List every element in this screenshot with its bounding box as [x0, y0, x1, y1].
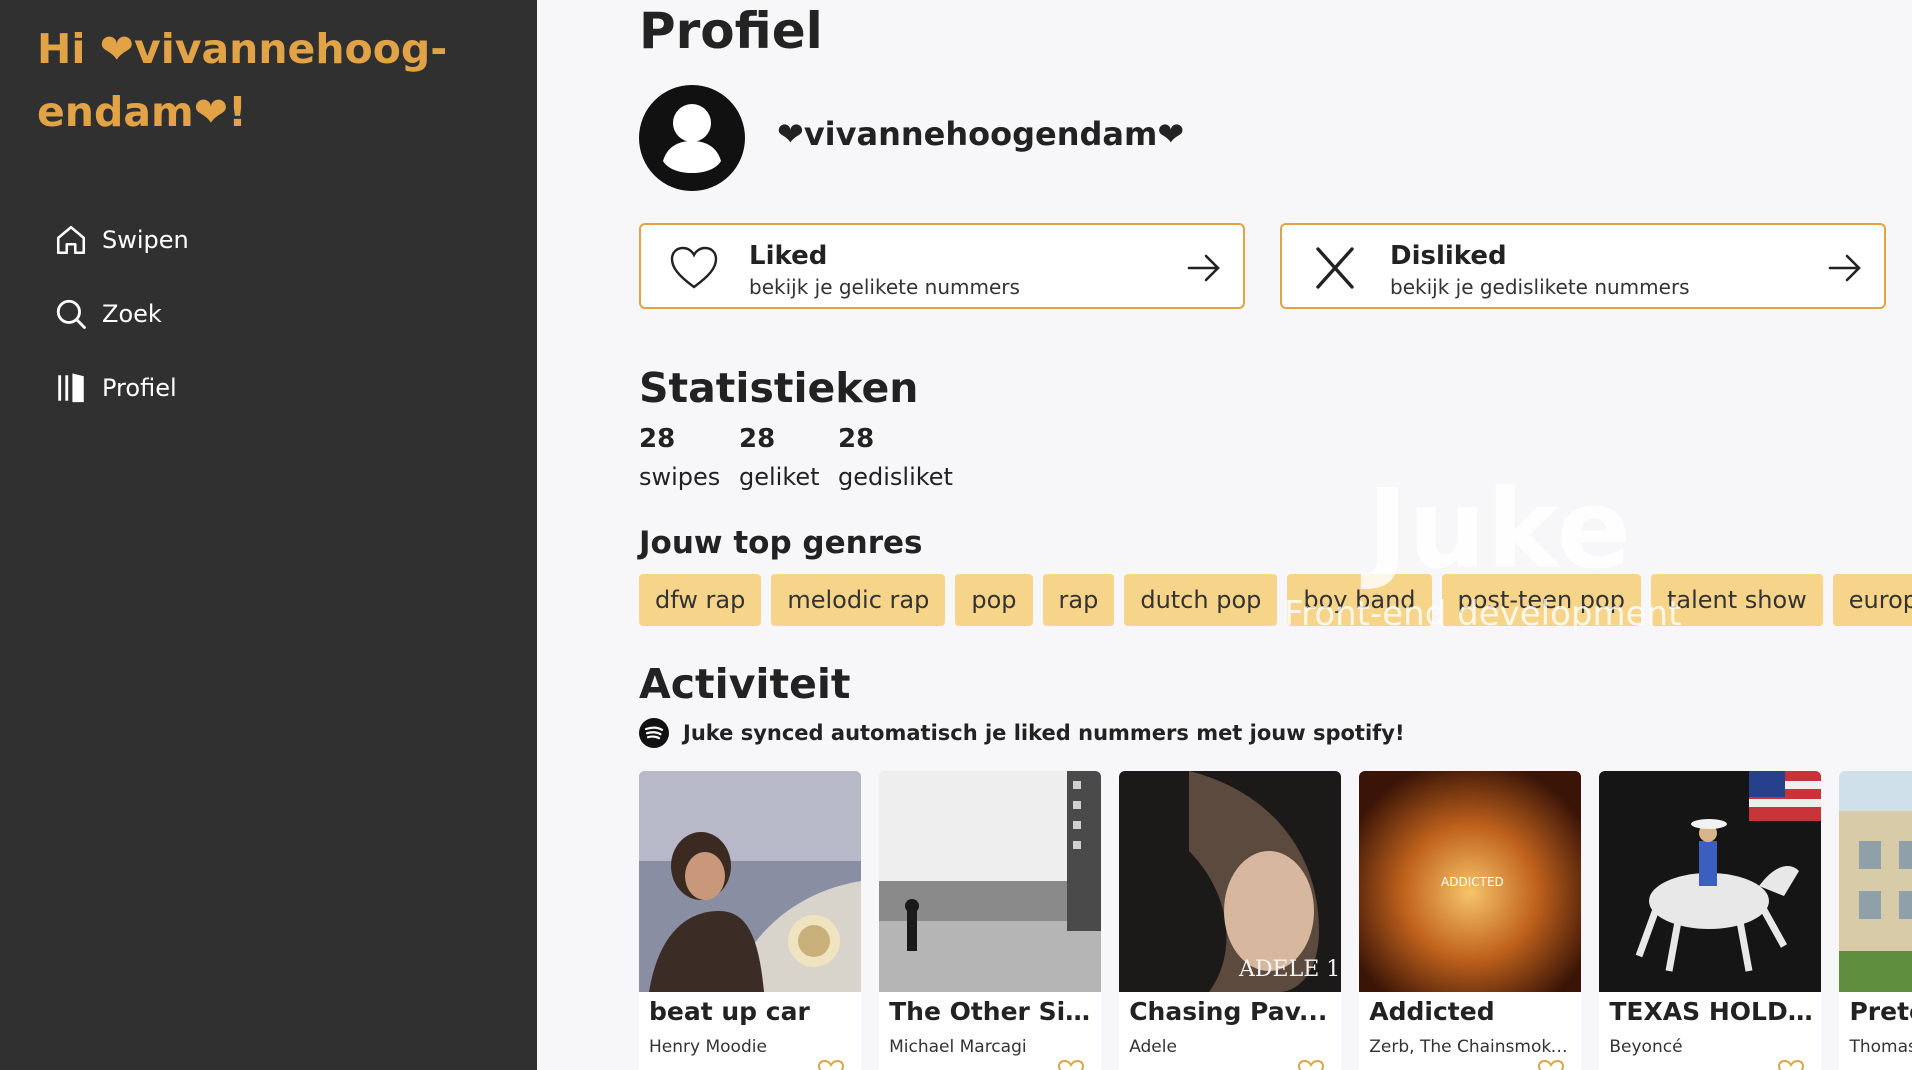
stat-disliked-value: 28	[838, 424, 875, 454]
song-title: beat up car	[649, 997, 810, 1026]
genre-tag[interactable]: dutch pop	[1124, 574, 1278, 626]
sidebar-item-label: Zoek	[102, 300, 162, 328]
song-list: beat up car Henry Moodie The Other Side …	[639, 771, 1912, 1070]
spotify-note: Juke synced automatisch je liked nummers…	[639, 718, 1405, 748]
song-card[interactable]: The Other Side Michael Marcagi	[879, 771, 1102, 1070]
album-art	[1839, 771, 1912, 992]
greeting: Hi ❤vivannehoog-endam❤!	[37, 25, 448, 136]
genre-tag[interactable]: talent show	[1650, 574, 1823, 626]
stat-swipes-label: swipes	[639, 463, 721, 491]
heart-icon[interactable]	[1777, 1059, 1805, 1070]
stats-title: Statistieken	[639, 364, 919, 412]
arrow-right-icon	[1187, 254, 1220, 282]
activity-title: Activiteit	[639, 660, 851, 708]
song-card[interactable]: Pretend Thomas Day	[1839, 771, 1912, 1070]
stat-disliked-label: gedisliket	[838, 463, 953, 491]
heart-icon[interactable]	[1537, 1059, 1565, 1070]
page-title: Profiel	[639, 2, 823, 60]
heart-icon[interactable]	[817, 1059, 845, 1070]
disliked-title: Disliked	[1390, 241, 1507, 271]
genre-tags: dfw rap melodic rap pop rap dutch pop boy ban…	[639, 574, 1912, 628]
sidebar-item-swipen[interactable]: Swipen	[54, 218, 189, 262]
main-content: Profiel ❤vivannehoogendam❤ Liked bekijk …	[537, 0, 1912, 1070]
home-icon	[56, 225, 86, 255]
song-artist: Thomas Day	[1849, 1037, 1912, 1057]
disliked-subtitle: bekijk je gedislikete nummers	[1390, 275, 1690, 299]
song-artist: Michael Marcagi	[889, 1037, 1027, 1057]
album-art-text: ADDICTED	[1441, 875, 1504, 889]
stat-liked-value: 28	[739, 424, 776, 454]
song-card[interactable]: beat up car Henry Moodie	[639, 771, 861, 1070]
song-title: Pretend	[1849, 997, 1912, 1026]
heart-icon	[670, 246, 718, 289]
song-title: TEXAS HOLD '...	[1609, 997, 1815, 1026]
genre-tag[interactable]: rap	[1042, 574, 1115, 626]
album-art: ADDICTED	[1359, 771, 1582, 992]
genre-tag[interactable]: post-teen pop	[1441, 574, 1641, 626]
close-icon	[1316, 247, 1354, 289]
genre-tag[interactable]: melodic rap	[771, 574, 946, 626]
album-art-text: ADELE 19	[1238, 957, 1341, 982]
stat-liked-label: geliket	[739, 463, 820, 491]
sidebar-item-profiel[interactable]: Profiel	[54, 366, 177, 410]
song-title: The Other Side	[889, 997, 1095, 1026]
song-artist: Henry Moodie	[649, 1037, 767, 1057]
sidebar-item-zoek[interactable]: Zoek	[54, 292, 162, 336]
heart-icon[interactable]	[1057, 1059, 1085, 1070]
song-title: Addicted	[1369, 997, 1495, 1026]
album-art	[639, 771, 861, 992]
liked-card[interactable]: Liked bekijk je gelikete nummers	[639, 223, 1245, 309]
liked-subtitle: bekijk je gelikete nummers	[749, 275, 1020, 299]
song-card[interactable]: ADELE 19 Chasing Pav... Adele	[1119, 771, 1342, 1070]
liked-title: Liked	[749, 241, 828, 271]
genre-tag[interactable]: pop	[955, 574, 1033, 626]
album-art: ADELE 19	[1119, 771, 1342, 992]
song-artist: Zerb, The Chainsmoke...	[1369, 1037, 1575, 1057]
song-artist: Beyoncé	[1609, 1037, 1683, 1057]
song-title: Chasing Pav...	[1129, 997, 1328, 1026]
genre-tag[interactable]: europop	[1832, 574, 1912, 626]
search-icon	[56, 299, 86, 329]
song-card[interactable]: ADDICTED Addicted Zerb, The Chainsmoke..…	[1359, 771, 1582, 1070]
sidebar-item-label: Profiel	[102, 374, 177, 402]
album-art	[879, 771, 1102, 992]
spotify-icon	[639, 718, 669, 748]
song-card[interactable]: TEXAS HOLD '... Beyoncé	[1599, 771, 1822, 1070]
avatar	[639, 85, 745, 191]
library-icon	[58, 373, 84, 403]
stat-swipes-value: 28	[639, 424, 676, 454]
album-art	[1599, 771, 1822, 992]
sidebar-item-label: Swipen	[102, 226, 189, 254]
genre-tag[interactable]: dfw rap	[639, 574, 762, 626]
song-artist: Adele	[1129, 1037, 1177, 1057]
genres-title: Jouw top genres	[639, 525, 923, 561]
heart-icon[interactable]	[1297, 1059, 1325, 1070]
arrow-right-icon	[1828, 254, 1861, 282]
genre-tag[interactable]: boy band	[1287, 574, 1432, 626]
username: ❤vivannehoogendam❤	[777, 115, 1185, 153]
sidebar: Hi ❤vivannehoog-endam❤! Swipen Zoek Prof…	[0, 0, 537, 1070]
spotify-note-text: Juke synced automatisch je liked nummers…	[683, 721, 1405, 745]
disliked-card[interactable]: Disliked bekijk je gedislikete nummers	[1280, 223, 1886, 309]
